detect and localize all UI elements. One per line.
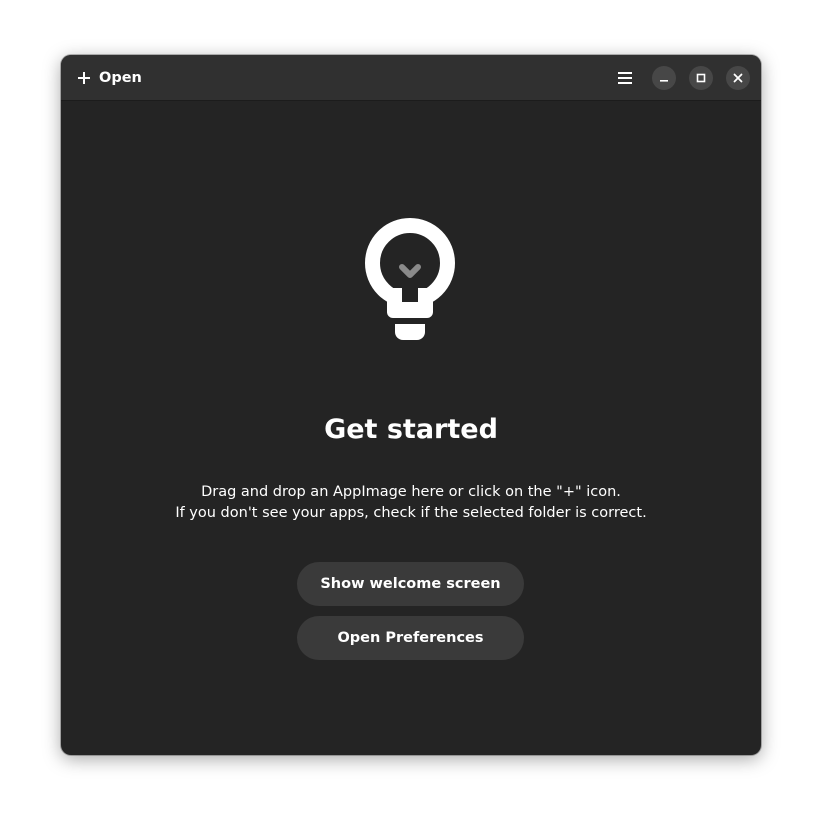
close-button[interactable] (726, 66, 750, 90)
minimize-icon (660, 80, 668, 82)
description: Drag and drop an AppImage here or click … (61, 482, 761, 524)
close-icon (733, 73, 743, 83)
maximize-button[interactable] (689, 66, 713, 90)
hamburger-menu-icon (618, 72, 632, 84)
maximize-icon (696, 73, 706, 83)
headerbar: Open (61, 55, 761, 101)
page-title: Get started (324, 414, 498, 445)
open-preferences-button[interactable]: Open Preferences (297, 616, 524, 660)
description-line: Drag and drop an AppImage here or click … (201, 484, 621, 500)
show-welcome-screen-button[interactable]: Show welcome screen (297, 562, 524, 606)
main-menu-button[interactable] (609, 62, 641, 94)
app-window: Open Get started Drag and drop an AppIma… (61, 55, 761, 755)
status-page: Get started Drag and drop an AppImage he… (61, 101, 761, 755)
description-line: If you don't see your apps, check if the… (175, 505, 647, 521)
minimize-button[interactable] (652, 66, 676, 90)
open-button[interactable]: Open (69, 62, 150, 94)
lightbulb-icon (365, 218, 455, 340)
open-button-label: Open (99, 70, 142, 86)
plus-icon (78, 72, 90, 84)
